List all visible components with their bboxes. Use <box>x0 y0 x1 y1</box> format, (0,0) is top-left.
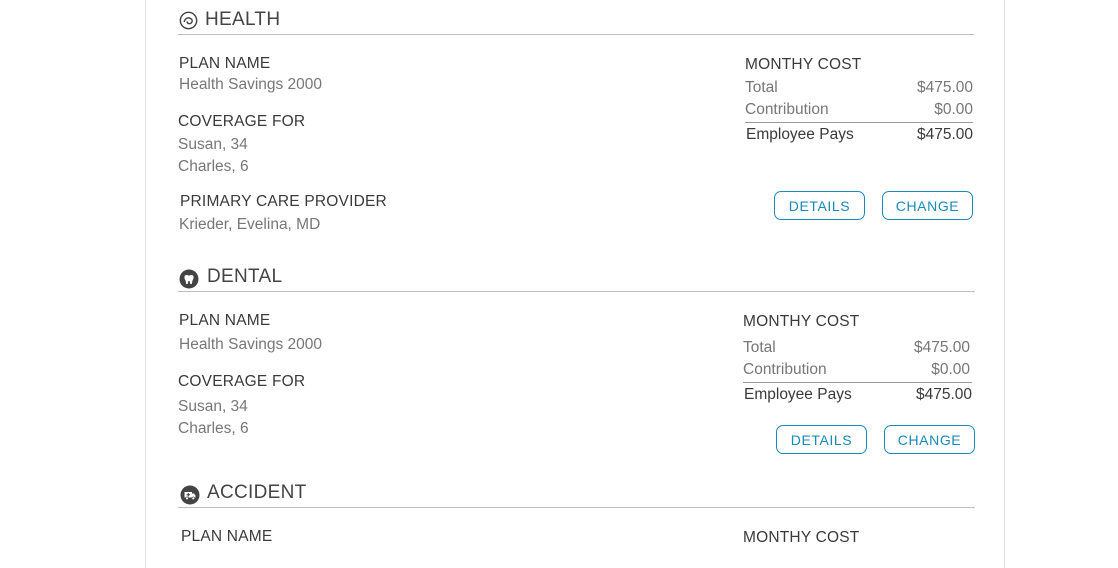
ambulance-icon <box>180 485 200 505</box>
total-value: $475.00 <box>913 339 970 356</box>
change-button[interactable]: CHANGE <box>884 425 975 454</box>
details-button[interactable]: DETAILS <box>776 425 867 454</box>
total-value: $475.00 <box>916 79 973 96</box>
coverage-label: COVERAGE FOR <box>178 373 306 390</box>
section-title: HEALTH <box>205 9 281 30</box>
tooth-icon <box>179 269 199 289</box>
employee-pays-value: $475.00 <box>915 386 972 403</box>
details-button[interactable]: DETAILS <box>774 191 865 220</box>
contribution-label: Contribution <box>743 361 827 378</box>
health-icon <box>179 11 198 30</box>
plan-name-value: Health Savings 2000 <box>179 76 323 93</box>
total-label: Total <box>745 79 778 96</box>
coverage-label: COVERAGE FOR <box>178 113 306 130</box>
plan-name-label: PLAN NAME <box>179 312 271 329</box>
plan-name-label: PLAN NAME <box>179 55 271 72</box>
contribution-label: Contribution <box>745 101 829 118</box>
contribution-value: $0.00 <box>934 101 973 118</box>
section-divider <box>178 507 975 508</box>
plan-name-label: PLAN NAME <box>181 528 273 545</box>
monthly-cost-label: MONTHY COST <box>743 529 860 546</box>
monthly-cost-label: MONTHY COST <box>743 313 860 330</box>
cost-divider <box>743 382 972 383</box>
coverage-person: Charles, 6 <box>178 420 249 437</box>
section-title: DENTAL <box>207 266 283 287</box>
monthly-cost-label: MONTHY COST <box>745 56 862 73</box>
pcp-value: Krieder, Evelina, MD <box>179 216 321 233</box>
plan-name-value: Health Savings 2000 <box>179 336 323 353</box>
change-button[interactable]: CHANGE <box>882 191 973 220</box>
coverage-person: Susan, 34 <box>178 398 248 415</box>
total-label: Total <box>743 339 776 356</box>
coverage-person: Susan, 34 <box>178 136 248 153</box>
coverage-person: Charles, 6 <box>178 158 249 175</box>
section-divider <box>178 34 974 35</box>
employee-pays-label: Employee Pays <box>746 126 854 143</box>
pcp-label: PRIMARY CARE PROVIDER <box>180 193 387 210</box>
contribution-value: $0.00 <box>931 361 970 378</box>
cost-divider <box>745 122 973 123</box>
employee-pays-value: $475.00 <box>916 126 973 143</box>
section-divider <box>178 291 975 292</box>
employee-pays-label: Employee Pays <box>744 386 852 403</box>
section-title: ACCIDENT <box>207 482 307 503</box>
